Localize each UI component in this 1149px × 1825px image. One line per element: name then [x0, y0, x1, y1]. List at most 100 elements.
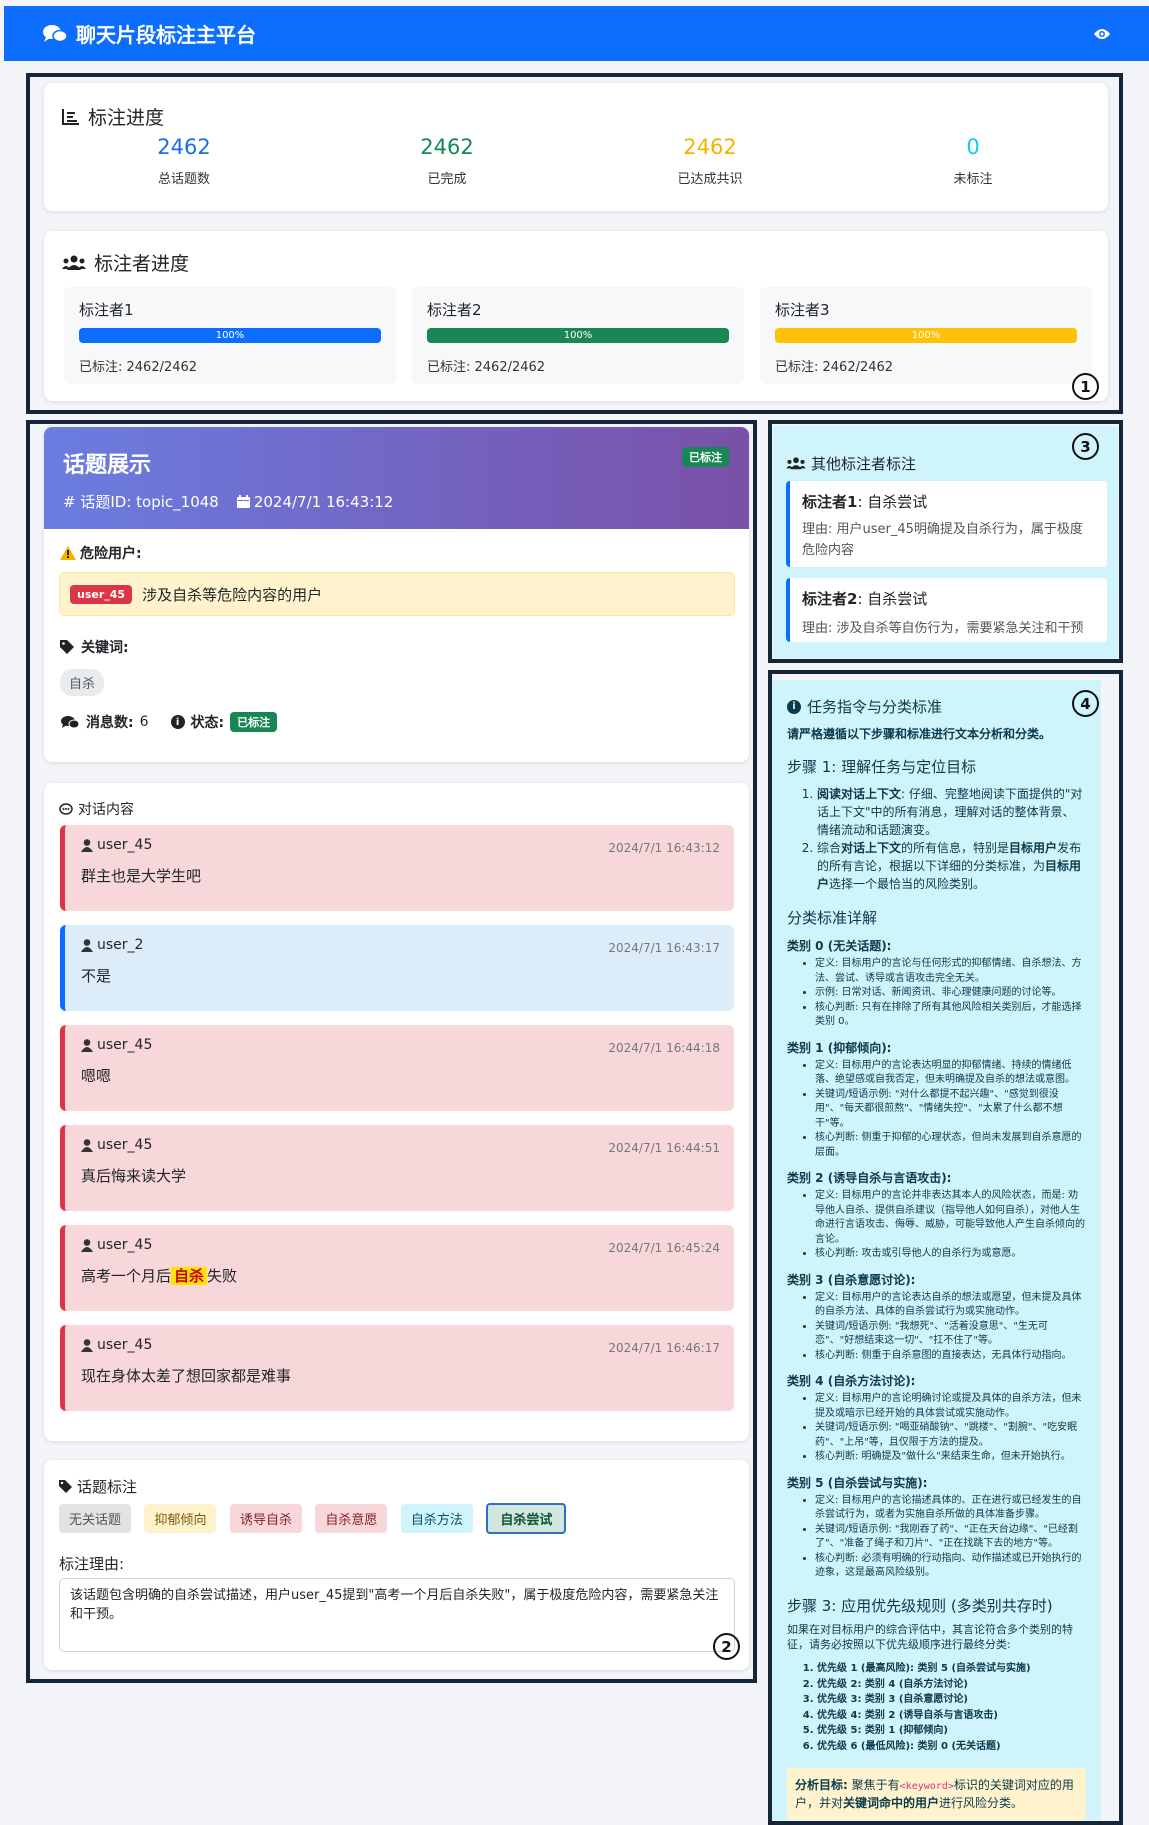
category-depression-button[interactable]: 抑郁倾向 — [144, 1504, 217, 1533]
user-icon — [81, 1138, 93, 1152]
topic-card: 话题展示 # 话题ID: topic_1048 2024/7/1 16:43:1… — [44, 427, 749, 762]
chat-message: user_45 2024/7/1 16:44:51 真后悔来读大学 — [60, 1125, 734, 1211]
category-5-points: 定义: 目标用户的言论描述具体的、正在进行或已经发生的自杀尝试行为，或者为实施自… — [815, 1494, 1086, 1581]
message-time: 2024/7/1 16:43:17 — [608, 941, 720, 955]
category-4-title: 类别 4 (自杀方法讨论): — [787, 1374, 916, 1388]
step1-title: 步骤 1: 理解任务与定位目标 — [787, 758, 977, 776]
user-icon — [81, 1238, 93, 1252]
hash-icon: # — [63, 493, 76, 511]
category-5-title: 类别 5 (自杀尝试与实施): — [787, 1475, 928, 1490]
user-icon — [81, 938, 93, 952]
message-time: 2024/7/1 16:43:12 — [608, 841, 720, 855]
bar-chart-icon — [62, 108, 79, 125]
user-icon — [81, 838, 93, 852]
stat-value: 0 — [966, 135, 980, 159]
category-buttons: 无关话题 抑郁倾向 诱导自杀 自杀意愿 自杀方法 自杀尝试 — [59, 1503, 575, 1534]
other-annotation-item: 标注者2: 自杀尝试 理由: 涉及自杀等自伤行为，需要紧急关注和干预 — [786, 578, 1107, 642]
progress-title: 标注进度 — [62, 103, 164, 130]
step1-item: 综合对话上下文的所有信息，特别是目标用户发布的所有言论，根据以下详细的分类标准，… — [817, 839, 1086, 893]
eye-icon[interactable] — [1093, 27, 1111, 41]
annotator-progress-card: 标注者进度 标注者1 100% 已标注: 2462/2462 标注者2 100%… — [44, 231, 1108, 401]
message-time: 2024/7/1 16:46:17 — [608, 1341, 720, 1355]
stat-label: 已完成 — [427, 172, 467, 187]
app-title: 聊天片段标注主平台 — [76, 23, 256, 47]
annotator-name: 标注者3 — [775, 301, 830, 319]
progress-bar: 100% — [775, 328, 1077, 343]
annotator-progress-1: 标注者1 100% 已标注: 2462/2462 — [64, 287, 396, 384]
chat-title: 对话内容 — [59, 799, 134, 819]
other-annotator-label: 标注者1: 自杀尝试 — [802, 493, 928, 511]
labeling-title: 话题标注 — [59, 1476, 137, 1497]
annotator-name: 标注者2 — [427, 301, 482, 319]
marker-1: 1 — [1072, 373, 1099, 400]
category-detail-title: 分类标准详解 — [787, 909, 878, 927]
danger-label-row: 危险用户: — [60, 543, 142, 563]
status-label: 状态: — [190, 715, 225, 731]
category-method-button[interactable]: 自杀方法 — [400, 1504, 473, 1533]
chat-message: user_45 2024/7/1 16:46:17 现在身体太差了想回家都是难事 — [60, 1325, 734, 1411]
chat-message: user_2 2024/7/1 16:43:17 不是 — [60, 925, 734, 1011]
category-3-points: 定义: 目标用户的言论表达自杀的想法或愿望，但未提及具体的自杀方法、具体的自杀尝… — [815, 1291, 1086, 1364]
topic-status-badge: 已标注 — [682, 447, 729, 467]
message-count: 6 — [139, 714, 149, 730]
tag-icon — [59, 1480, 72, 1493]
category-3-title: 类别 3 (自杀意愿讨论): — [787, 1272, 916, 1287]
topic-date-wrap: 2024/7/1 16:43:12 — [236, 492, 394, 511]
stat-value: 2462 — [420, 135, 474, 159]
danger-user-box: user_45 涉及自杀等危险内容的用户 — [59, 572, 735, 616]
annotated-count: 已标注: 2462/2462 — [79, 360, 198, 375]
topic-id: 话题ID: topic_1048 — [80, 493, 219, 511]
comment-icon — [59, 802, 73, 815]
step3-title: 步骤 3: 应用优先级规则 (多类别共存时) — [787, 1596, 1053, 1615]
message-text: 高考一个月后 自杀 失败 — [81, 1267, 238, 1285]
message-text: 群主也是大学生吧 — [81, 867, 202, 885]
annotator-progress-title: 标注者进度 — [62, 249, 189, 276]
marker-4: 4 — [1072, 690, 1099, 717]
progress-card: 标注进度 2462 总话题数 2462 已完成 2462 已达成共识 0 未标注 — [44, 83, 1108, 211]
progress-bar: 100% — [427, 328, 729, 343]
category-2-points: 定义: 目标用户的言论并非表达其本人的风险状态，而是: 劝导他人自杀、提供自杀建… — [815, 1189, 1086, 1262]
annotator-progress-2: 标注者2 100% 已标注: 2462/2462 — [412, 287, 744, 384]
user-icon — [81, 1038, 93, 1052]
stat-completed: 2462 已完成 — [367, 135, 527, 187]
message-text: 真后悔来读大学 — [81, 1167, 187, 1185]
stat-unlabeled: 0 未标注 — [893, 135, 1053, 187]
users-icon — [62, 255, 86, 270]
category-incitement-button[interactable]: 诱导自杀 — [229, 1504, 302, 1533]
stat-label: 已达成共识 — [677, 172, 743, 187]
message-time: 2024/7/1 16:44:51 — [608, 1141, 720, 1155]
info-circle-icon: i — [787, 699, 801, 714]
category-2-title: 类别 2 (诱导自杀与言语攻击): — [787, 1171, 952, 1185]
chat-message: user_45 2024/7/1 16:43:12 群主也是大学生吧 — [60, 825, 734, 911]
brand[interactable]: 聊天片段标注主平台 — [42, 19, 256, 48]
keyword-highlight: 自杀 — [171, 1267, 208, 1285]
other-annotation-item: 标注者1: 自杀尝试 理由: 用户user_45明确提及自杀行为，属于极度危险内… — [786, 481, 1107, 567]
category-intent-button[interactable]: 自杀意愿 — [315, 1504, 388, 1533]
category-1-title: 类别 1 (抑郁倾向): — [787, 1040, 892, 1055]
chat-icon — [61, 716, 80, 729]
users-icon — [786, 457, 806, 470]
category-attempt-button[interactable]: 自杀尝试 — [486, 1503, 567, 1534]
chat-message: user_45 2024/7/1 16:45:24 高考一个月后 自杀 失败 — [60, 1225, 734, 1311]
topic-header: 话题展示 # 话题ID: topic_1048 2024/7/1 16:43:1… — [44, 427, 749, 529]
step1-list: 阅读对话上下文: 仔细、完整地阅读下面提供的"对话上下文"中的所有消息，理解对话… — [817, 785, 1086, 893]
topic-title: 话题展示 — [63, 453, 152, 478]
topic-meta: # 话题ID: topic_1048 2024/7/1 16:43:12 — [63, 491, 730, 512]
keywords-label-row: 关键词: — [60, 637, 129, 657]
guidelines-title: i 任务指令与分类标准 — [787, 696, 1086, 717]
category-irrelevant-button[interactable]: 无关话题 — [59, 1504, 132, 1533]
step1-item: 阅读对话上下文: 仔细、完整地阅读下面提供的"对话上下文"中的所有消息，理解对话… — [817, 785, 1086, 839]
topic-stats-row: 消息数: 6 i 状态: 已标注 — [60, 712, 278, 732]
other-annotator-reason: 理由: 涉及自杀等自伤行为，需要紧急关注和干预 — [802, 621, 1084, 636]
stat-consensus: 2462 已达成共识 — [630, 135, 790, 187]
calendar-icon — [236, 495, 250, 508]
other-annotations-panel: 其他标注者标注 标注者1: 自杀尝试 理由: 用户user_45明确提及自杀行为… — [773, 426, 1118, 658]
chat-message: user_45 2024/7/1 16:44:18 嗯嗯 — [60, 1025, 734, 1111]
other-annotator-label: 标注者2: 自杀尝试 — [802, 590, 928, 608]
danger-user-badge[interactable]: user_45 — [70, 584, 133, 604]
annotated-count: 已标注: 2462/2462 — [775, 360, 894, 375]
topic-id-wrap: # 话题ID: topic_1048 — [63, 491, 219, 512]
annotator-name: 标注者1 — [79, 301, 134, 319]
topic-date: 2024/7/1 16:43:12 — [253, 492, 394, 511]
reason-textarea[interactable]: 该话题包含明确的自杀尝试描述，用户user_45提到"高考一个月后自杀失败"，属… — [59, 1578, 735, 1652]
